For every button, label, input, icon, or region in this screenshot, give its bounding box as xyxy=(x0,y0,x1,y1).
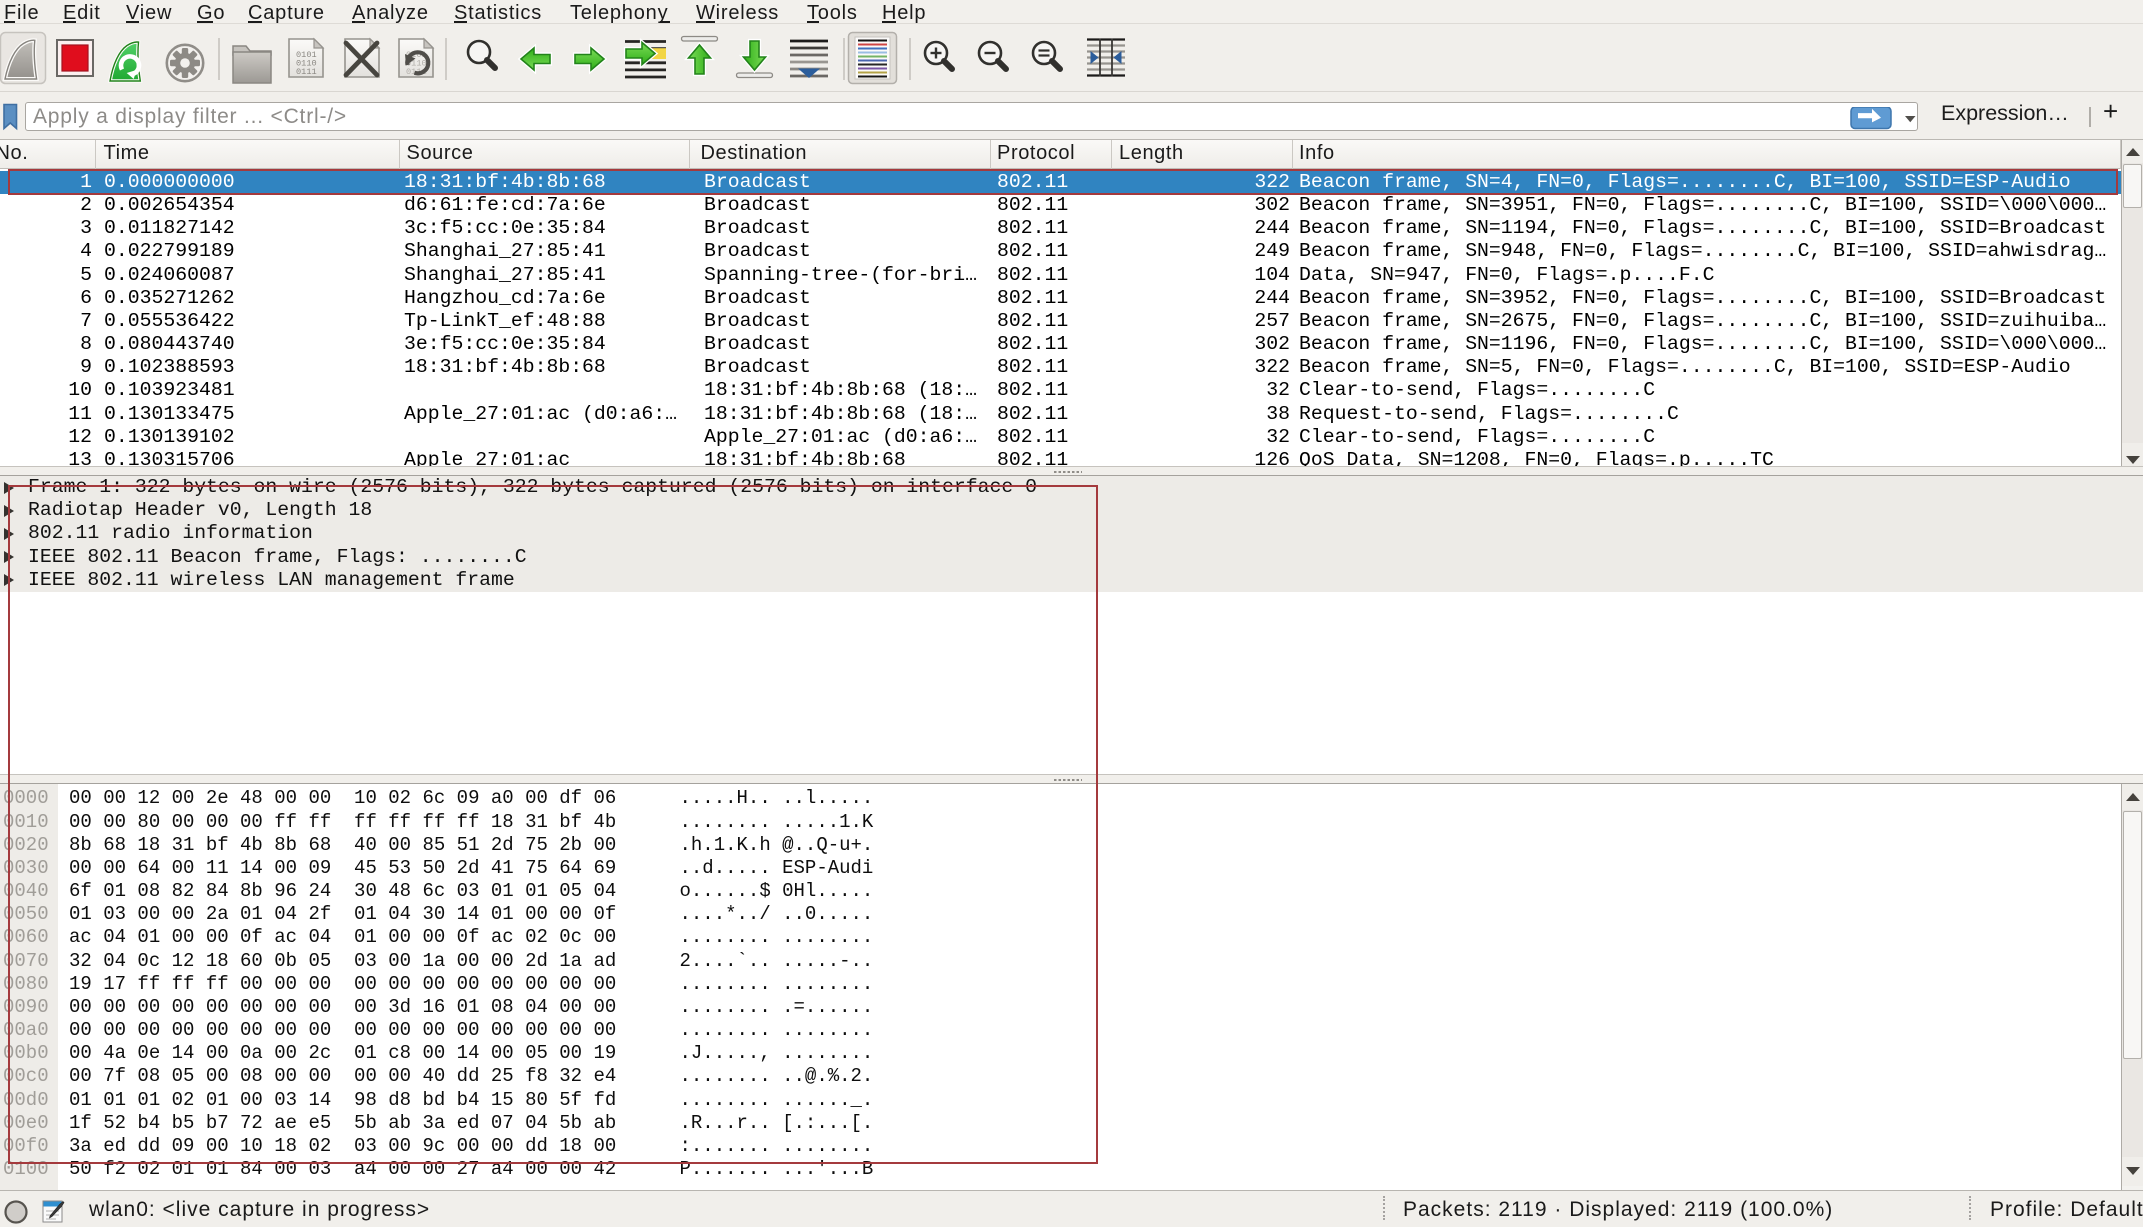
svg-text:0111: 0111 xyxy=(296,67,317,77)
